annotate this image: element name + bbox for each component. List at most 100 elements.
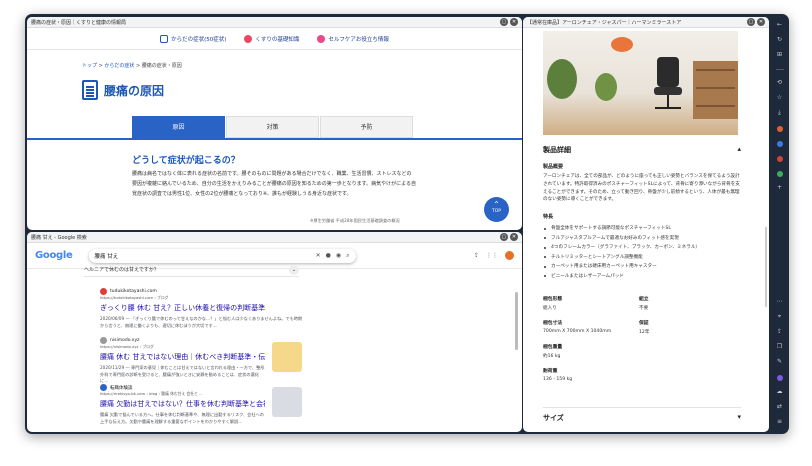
camera-icon[interactable]: ◉ — [336, 252, 341, 259]
chair-shape — [651, 57, 685, 115]
window-title: 【通常在庫品】アーロンチェア・ジャスパー｜ハーマンミラーストア — [527, 19, 682, 26]
overview-text: アーロンチェアは、全ての部品が、どのように座っても正しい姿勢とバランスを保てるよ… — [543, 174, 740, 203]
back-icon[interactable]: ← — [775, 20, 785, 30]
cloud-icon[interactable]: ☁ — [775, 387, 785, 397]
product-specs: 梱包形態 組入り 組立 不要 梱包寸法 700mm X 700mm X 1040mm … — [543, 295, 741, 382]
close-icon[interactable]: ✕ — [757, 18, 765, 26]
result-snippet: 2020/11/29 — 専門家の意見｜休むことは甘えではないと言われる理由・一… — [100, 365, 265, 383]
search-icon[interactable]: ⌕ — [346, 252, 349, 260]
tab-cause[interactable]: 原因 — [132, 116, 225, 138]
side-toolbar: ← ↻ ⊞ ⟲ ☆ ⤓ + ⋯ ⌖ ⇪ ❐ ✎ ☁ ⇄ ≡ — [770, 17, 789, 432]
page-title-block: 腰痛の原因 — [82, 80, 164, 100]
window-titlebar[interactable]: 腰痛の症状・原因｜くすりと健康の情報局 ▢ ✕ — [27, 17, 522, 28]
subnav-selfcare[interactable]: セルフケアお役立ち情報 — [317, 34, 389, 43]
header-actions: ⇪ ⋮⋮ — [474, 251, 514, 260]
apps-grid-icon[interactable]: ⋮⋮ — [486, 252, 498, 259]
result-snippet: 腰痛 欠勤で悩んでいる方へ。仕事を休む判断基準や、無理に出勤するリスク、会社への… — [100, 412, 264, 424]
reload-icon[interactable]: ↻ — [775, 35, 785, 45]
google-logo[interactable]: Google — [35, 250, 73, 261]
close-icon[interactable]: ✕ — [510, 233, 518, 241]
extension-blue-icon[interactable] — [776, 141, 783, 147]
window-title: 腰痛 甘え - Google 検索 — [31, 234, 87, 241]
extension-purple-icon[interactable] — [776, 375, 783, 381]
tab-prevention[interactable]: 予防 — [320, 116, 413, 138]
share-icon[interactable]: ⇪ — [775, 327, 785, 337]
product-overview: 製品概要 アーロンチェアは、全ての部品が、どのように座っても正しい姿勢とバランス… — [543, 163, 741, 204]
maximize-icon[interactable]: ▢ — [500, 233, 508, 241]
plant-shape — [595, 73, 617, 101]
copy-icon[interactable]: ❐ — [775, 342, 785, 352]
source-note: ※厚生労働省 平成28年国民生活基礎調査の概況 — [310, 218, 400, 223]
back-to-top-button[interactable]: ⌃ TOP — [484, 197, 509, 222]
overview-label: 製品概要 — [543, 164, 564, 170]
tiled-browser-frame: 腰痛の症状・原因｜くすりと健康の情報局 ▢ ✕ からだの症状(50症状) くすり… — [25, 14, 789, 434]
spec-item: 組立 不要 — [639, 297, 649, 311]
microphone-icon[interactable]: ● — [326, 252, 331, 259]
clear-icon[interactable]: ✕ — [316, 252, 321, 259]
scrollbar[interactable] — [515, 292, 518, 350]
people-also-ask-item[interactable]: ヘルニアで休むのは甘えですか？ ⌄ — [84, 263, 299, 277]
search-query: 腰痛 甘え — [94, 253, 119, 260]
health-info-window: 腰痛の症状・原因｜くすりと健康の情報局 ▢ ✕ からだの症状(50症状) くすり… — [27, 17, 522, 230]
result-thumbnail[interactable] — [272, 387, 302, 417]
document-icon — [82, 80, 98, 100]
list-item: 4つのフレームカラー（グラファイト、ブラック、カーボン、ミネラル） — [543, 243, 741, 253]
avatar[interactable] — [505, 251, 514, 260]
breadcrumb-top[interactable]: トップ — [82, 63, 97, 69]
subnav-medicine-basics[interactable]: くすりの基礎知識 — [244, 34, 299, 43]
section-heading: どうして症状が起こるの？ — [132, 156, 240, 166]
caret-up-icon: ▴ — [737, 145, 741, 153]
bookmark-icon[interactable]: ☆ — [775, 93, 785, 103]
extension-red-icon[interactable] — [776, 156, 783, 162]
spec-item: 耐荷重 136 - 159 kg — [543, 369, 573, 382]
result-thumbnail[interactable] — [272, 342, 302, 372]
heart-icon — [317, 34, 326, 43]
search-input[interactable]: 腰痛 甘え ✕ ● ◉ ⌕ — [89, 249, 356, 263]
maximize-icon[interactable]: ▢ — [500, 18, 508, 26]
spec-item — [639, 343, 735, 359]
size-section-header[interactable]: サイズ ▾ — [543, 413, 741, 423]
product-photo — [543, 31, 738, 135]
desktop: 腰痛の症状・原因｜くすりと健康の情報局 ▢ ✕ からだの症状(50症状) くすり… — [0, 0, 812, 466]
share-icon[interactable]: ⇪ — [474, 252, 479, 259]
result-title-link[interactable]: 腰痛 欠勤は甘えではない？仕事を休む判断基準と会社への — [100, 399, 265, 409]
settings-icon[interactable]: ⋯ — [775, 297, 785, 307]
download-icon[interactable]: ⤓ — [775, 108, 785, 118]
tab-underline — [27, 138, 522, 140]
result-title-link[interactable]: 腰痛 休む 甘えではない理由｜休むべき判断基準・伝え方 ... — [100, 352, 265, 362]
subnav-symptoms[interactable]: からだの症状(50症状) — [160, 34, 226, 43]
list-item: チルトリミッターとシートアングル調整機能 — [543, 253, 741, 263]
chevron-down-icon: ▾ — [737, 413, 741, 421]
list-item: ビニールまたはレザーアームパッド — [543, 272, 741, 282]
plant-shape — [547, 59, 577, 99]
add-icon[interactable]: + — [775, 183, 785, 193]
history-icon[interactable]: ⟲ — [775, 78, 785, 88]
list-item: カーペット用または硬床用カーペット用キャスター — [543, 262, 741, 272]
pin-icon[interactable]: ⌖ — [775, 312, 785, 322]
window-titlebar[interactable]: 【通常在庫品】アーロンチェア・ジャスパー｜ハーマンミラーストア ▢ ✕ — [523, 17, 769, 28]
result-snippet: 2020/06/09 — 「ぎっくり腰で休むのって甘えなのかな…？」と悩む人は少… — [100, 316, 303, 328]
result-title-link[interactable]: ぎっくり腰 休む 甘え？正しい休養と復帰の判断基準 — [100, 303, 305, 313]
extension-green-icon[interactable] — [776, 171, 783, 177]
split-icon[interactable]: ⊞ — [775, 50, 785, 60]
breadcrumb-symptoms[interactable]: からだの症状 — [104, 63, 134, 69]
scrollbar[interactable] — [765, 227, 767, 307]
site-favicon — [100, 337, 107, 344]
site-favicon — [100, 288, 107, 295]
list-item: 骨盤全体をサポートする調節可能なポスチャーフィットSL — [543, 224, 741, 234]
extension-orange-icon[interactable] — [776, 126, 783, 132]
google-search-window: 腰痛 甘え - Google 検索 ▢ ✕ Google 腰痛 甘え ✕ ● ◉… — [27, 232, 522, 432]
window-titlebar[interactable]: 腰痛 甘え - Google 検索 ▢ ✕ — [27, 232, 522, 243]
chevron-down-icon: ⌄ — [289, 264, 299, 275]
maximize-icon[interactable]: ▢ — [747, 18, 755, 26]
close-icon[interactable]: ✕ — [510, 18, 518, 26]
list-item: フルアジャスタブルアームで最適なお好みのフィット感を実現 — [543, 234, 741, 244]
product-features: 特長 骨盤全体をサポートする調節可能なポスチャーフィットSL フルアジャスタブル… — [543, 213, 741, 281]
section-body: 腰痛は病名ではなく体に表れる症状の名前です。腰そのものに問題がある場合だけでなく… — [132, 171, 416, 197]
translate-icon[interactable]: ⇄ — [775, 402, 785, 412]
product-details-header[interactable]: 製品詳細 ▴ — [543, 145, 741, 155]
tab-measures[interactable]: 対策 — [226, 116, 319, 138]
features-label: 特長 — [543, 214, 554, 220]
note-icon[interactable]: ✎ — [775, 357, 785, 367]
menu-icon[interactable]: ≡ — [775, 417, 785, 427]
